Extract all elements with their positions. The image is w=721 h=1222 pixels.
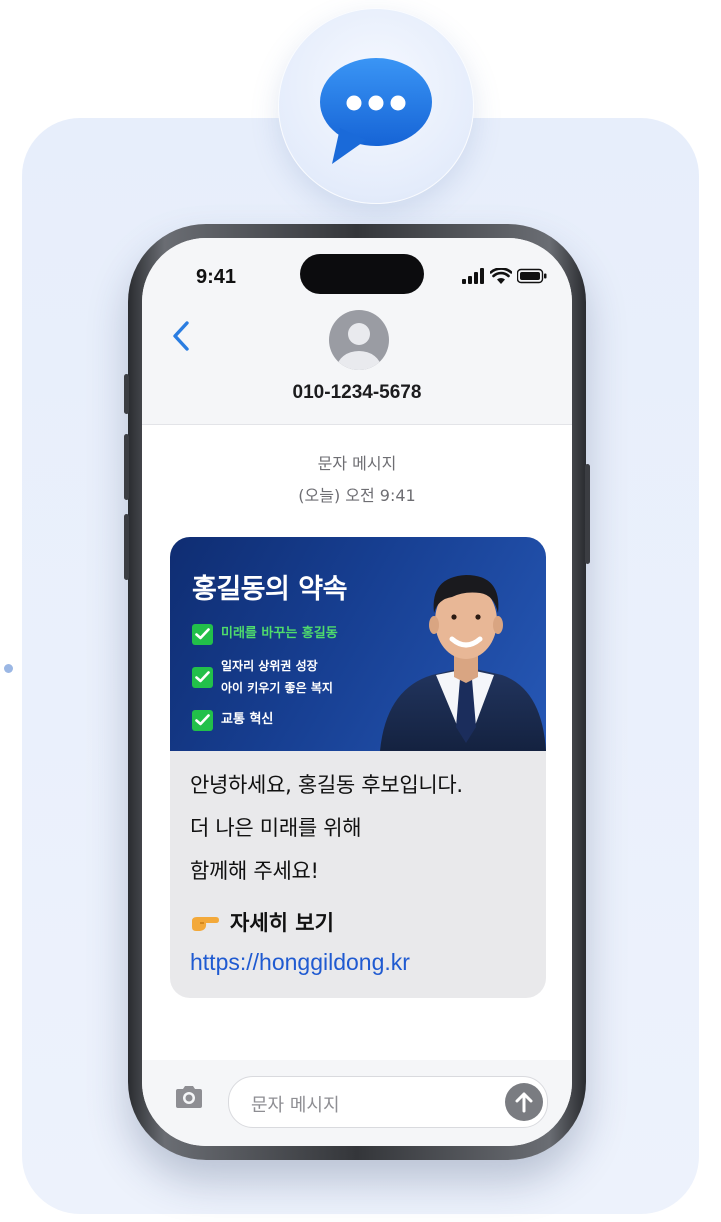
camera-icon [176, 1086, 202, 1108]
phone-side-button [124, 514, 129, 580]
message-body-line: 안녕하세요, 홍길동 후보입니다. [190, 773, 463, 797]
pledge-text: 일자리 상위권 성장 [221, 659, 318, 673]
decorative-dot [4, 664, 13, 673]
phone-side-button [124, 434, 129, 500]
signal-icon [462, 268, 484, 284]
send-button[interactable] [505, 1083, 543, 1121]
thread-type-label: 문자 메시지 [317, 454, 397, 473]
back-chevron-icon [173, 321, 189, 351]
banner-title: 홍길동의 약속 [192, 574, 347, 605]
phone-side-button [124, 374, 129, 414]
pledge-item: 일자리 상위권 성장 아이 키우기 좋은 복지 [192, 657, 333, 697]
pointing-hand-icon [192, 917, 219, 931]
status-time: 9:41 [196, 266, 237, 288]
detail-cta: 자세히 보기 [190, 907, 334, 937]
check-icon [192, 623, 213, 645]
phone-power-button [585, 464, 590, 564]
pledge-text: 미래를 바꾸는 홍길동 [221, 626, 338, 641]
candidate-portrait [380, 575, 546, 751]
check-icon [192, 666, 213, 688]
thread-timestamp: (오늘) 오전 9:41 [298, 486, 416, 505]
cta-label: 자세히 보기 [230, 911, 334, 935]
wifi-icon [490, 268, 512, 284]
contact-number[interactable]: 010-1234-5678 [142, 382, 572, 404]
camera-button[interactable] [174, 1084, 204, 1114]
message-body-line: 더 나은 미래를 위해 [190, 816, 362, 840]
chat-bubble-icon [320, 58, 432, 164]
contact-avatar[interactable] [329, 310, 389, 374]
pledge-item: 교통 혁신 [192, 709, 273, 731]
conversation-header: 9:41 010-1234-5678 [142, 238, 572, 425]
back-button[interactable] [172, 320, 190, 356]
pledge-text: 교통 혁신 [221, 712, 274, 727]
campaign-link[interactable]: https://honggildong.kr [190, 949, 410, 976]
send-arrow-icon [515, 1092, 533, 1113]
message-input-placeholder: 문자 메시지 [251, 1095, 340, 1116]
pledge-text-group: 일자리 상위권 성장 아이 키우기 좋은 복지 [221, 658, 333, 696]
pledge-text: 아이 키우기 좋은 복지 [221, 681, 333, 695]
message-bubble[interactable]: 홍길동의 약속 미래를 바꾸는 홍길동 일자리 상위권 성장 아이 키우기 좋은… [170, 537, 546, 998]
check-icon [192, 709, 213, 731]
contact-avatar-icon [329, 310, 389, 370]
dynamic-island [300, 254, 424, 294]
message-body-line: 함께해 주세요! [190, 859, 319, 883]
battery-icon [517, 268, 547, 284]
phone-frame: 9:41 010-1234-5678 문자 메시지 (오늘) 오전 9:41 홍… [124, 224, 590, 1160]
pledge-item: 미래를 바꾸는 홍길동 [192, 623, 338, 645]
campaign-banner[interactable]: 홍길동의 약속 미래를 바꾸는 홍길동 일자리 상위권 성장 아이 키우기 좋은… [170, 537, 546, 751]
phone-screen: 9:41 010-1234-5678 문자 메시지 (오늘) 오전 9:41 홍… [142, 238, 572, 1146]
messages-badge [278, 8, 474, 204]
composer-bar: 문자 메시지 [142, 1060, 572, 1146]
message-input[interactable]: 문자 메시지 [228, 1076, 548, 1128]
